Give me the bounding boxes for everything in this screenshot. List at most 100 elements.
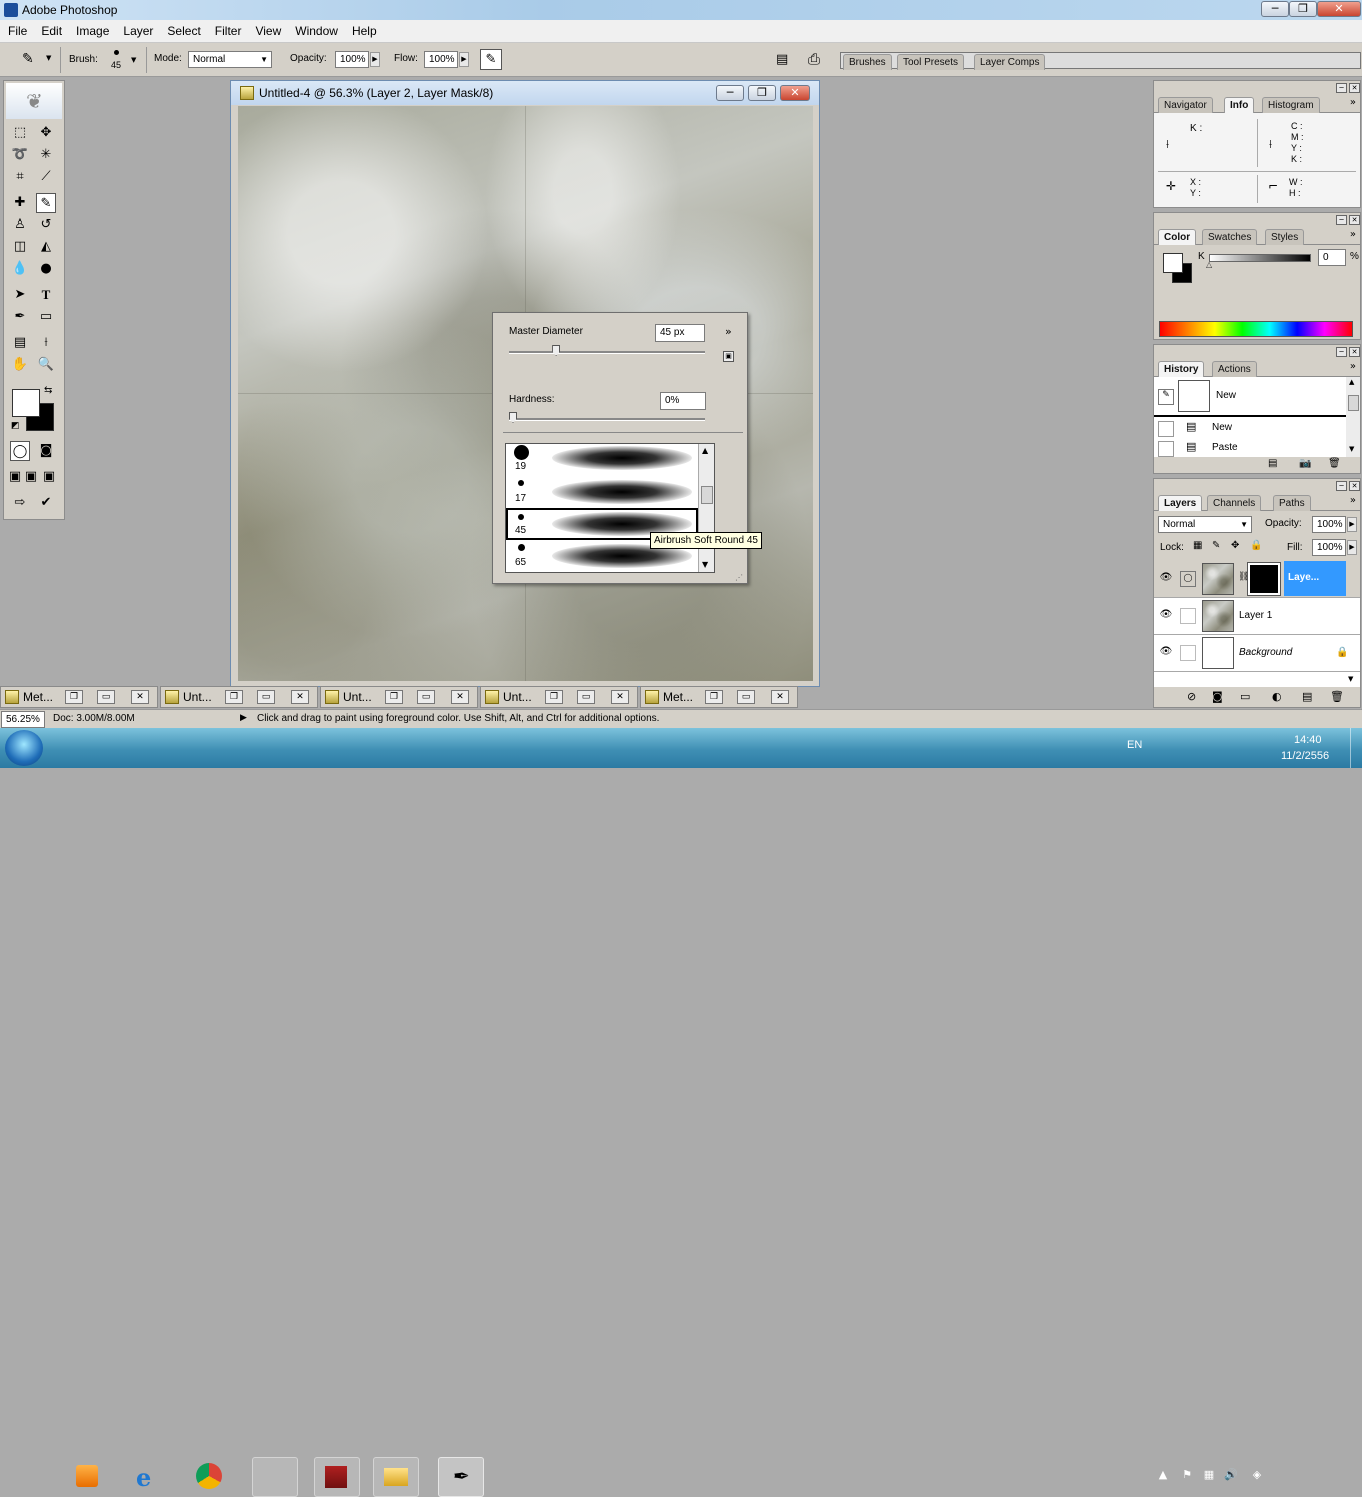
- brush-preview-dot[interactable]: [114, 50, 119, 55]
- palette-well-icon[interactable]: ⎙: [808, 50, 820, 68]
- scroll-up-icon[interactable]: ▲: [702, 446, 708, 455]
- app-icon[interactable]: [252, 1457, 298, 1497]
- maximize-button[interactable]: ▭: [417, 690, 435, 704]
- tab-histogram[interactable]: Histogram: [1262, 97, 1320, 113]
- minimized-doc-2[interactable]: Unt... ❐ ▭ ✕: [160, 686, 318, 708]
- photoshop-taskbar-icon[interactable]: ✒: [438, 1457, 484, 1497]
- lock-position-icon[interactable]: ✥: [1231, 540, 1239, 551]
- doc-close-button[interactable]: ✕: [780, 85, 810, 101]
- screen-mode-full-menu-icon[interactable]: ▣: [24, 467, 38, 487]
- hand-tool-icon[interactable]: ✋: [10, 355, 30, 375]
- scroll-down-icon[interactable]: ▼: [702, 560, 708, 569]
- blend-mode-select[interactable]: Normal ▼: [1158, 516, 1252, 533]
- status-menu-arrow-icon[interactable]: ▶: [240, 713, 247, 723]
- standard-mode-icon[interactable]: ◯: [10, 441, 30, 461]
- marquee-tool-icon[interactable]: ⬚: [10, 123, 30, 143]
- healing-brush-icon[interactable]: ✚: [10, 193, 30, 213]
- brush-preset-row[interactable]: 17: [506, 476, 696, 508]
- history-state[interactable]: ▤ Paste: [1154, 439, 1346, 457]
- tray-app-icon[interactable]: ◈: [1250, 1468, 1264, 1482]
- history-brush-source-icon[interactable]: ✎: [1158, 389, 1174, 405]
- airbrush-toggle-icon[interactable]: ✎: [480, 49, 502, 70]
- minimized-doc-4[interactable]: Unt... ❐ ▭ ✕: [480, 686, 638, 708]
- panel-close-button[interactable]: ✕: [1349, 481, 1360, 491]
- winrar-icon[interactable]: [314, 1457, 360, 1497]
- master-diameter-input[interactable]: 45 px: [655, 324, 705, 342]
- eyedropper-icon[interactable]: ⟊: [36, 333, 56, 353]
- panel-menu-icon[interactable]: »: [1350, 495, 1356, 506]
- volume-icon[interactable]: 🔊: [1224, 1468, 1238, 1482]
- mode-select[interactable]: Normal ▼: [188, 51, 272, 68]
- scroll-thumb[interactable]: [701, 486, 713, 504]
- doc-size[interactable]: Doc: 3.00M/8.00M: [53, 713, 135, 724]
- hardness-track[interactable]: [509, 418, 705, 421]
- trash-icon[interactable]: 🗑: [1330, 690, 1344, 703]
- maximize-button[interactable]: ▭: [97, 690, 115, 704]
- swap-colors-icon[interactable]: ⇆: [44, 385, 52, 396]
- history-brush-icon[interactable]: ↺: [36, 215, 56, 235]
- screen-mode-standard-icon[interactable]: ▣: [8, 467, 22, 487]
- clone-stamp-icon[interactable]: ♙: [10, 215, 30, 235]
- tab-swatches[interactable]: Swatches: [1202, 229, 1258, 245]
- panel-menu-icon[interactable]: »: [1350, 361, 1356, 372]
- close-button[interactable]: ✕: [611, 690, 629, 704]
- k-slider-track[interactable]: [1209, 254, 1311, 262]
- tab-navigator[interactable]: Navigator: [1158, 97, 1213, 113]
- brush-tool-icon[interactable]: ✎: [36, 193, 56, 213]
- feather-logo[interactable]: ❦: [6, 83, 62, 119]
- layer-thumbnail[interactable]: [1202, 637, 1234, 669]
- panel-minimize-button[interactable]: ─: [1336, 347, 1347, 357]
- restore-button[interactable]: ❐: [545, 690, 563, 704]
- brush-preset-row[interactable]: 19: [506, 444, 696, 476]
- tab-actions[interactable]: Actions: [1212, 361, 1257, 377]
- quick-mask-icon[interactable]: ◙: [36, 441, 56, 461]
- dodge-tool-icon[interactable]: ●: [36, 259, 56, 279]
- new-document-icon[interactable]: ▤: [1268, 458, 1277, 469]
- magic-wand-icon[interactable]: ✳: [36, 145, 56, 165]
- maximize-button[interactable]: ▭: [737, 690, 755, 704]
- path-selection-icon[interactable]: ➤: [10, 285, 30, 305]
- doc-minimize-button[interactable]: ─: [716, 85, 744, 101]
- tab-channels[interactable]: Channels: [1207, 495, 1262, 511]
- well-tab-brushes[interactable]: Brushes: [843, 54, 892, 70]
- layer-thumbnail[interactable]: [1202, 600, 1234, 632]
- new-layer-icon[interactable]: ▤: [1302, 690, 1312, 703]
- network-icon[interactable]: ▦: [1202, 1468, 1216, 1482]
- eye-icon[interactable]: 👁: [1159, 572, 1173, 586]
- doc-maximize-button[interactable]: ❐: [748, 85, 776, 101]
- clock-time[interactable]: 14:40: [1294, 734, 1322, 746]
- panel-close-button[interactable]: ✕: [1349, 215, 1360, 225]
- flow-slider-arrow[interactable]: ▶: [459, 52, 469, 67]
- paint-bucket-icon[interactable]: ◭: [36, 237, 56, 257]
- show-desktop-button[interactable]: [1350, 728, 1362, 768]
- layer-opacity-arrow[interactable]: ▶: [1347, 517, 1357, 532]
- history-snapshot[interactable]: ✎ New: [1154, 377, 1346, 417]
- pen-tool-icon[interactable]: ✒: [10, 307, 30, 327]
- panel-minimize-button[interactable]: ─: [1336, 215, 1347, 225]
- jump-to-imageready-icon[interactable]: ⇨: [10, 493, 30, 513]
- minimize-button[interactable]: ─: [1261, 1, 1289, 17]
- scroll-down-icon[interactable]: ▼: [1349, 445, 1354, 453]
- tab-color[interactable]: Color: [1158, 229, 1197, 245]
- menu-file[interactable]: File: [0, 20, 34, 42]
- eye-icon[interactable]: 👁: [1159, 609, 1173, 623]
- panel-minimize-button[interactable]: ─: [1336, 83, 1347, 93]
- color-foreground-swatch[interactable]: [1163, 253, 1183, 273]
- show-hidden-icons-icon[interactable]: ▲: [1156, 1468, 1170, 1482]
- history-source-box[interactable]: [1158, 421, 1174, 437]
- scroll-down-icon[interactable]: ▼: [1348, 675, 1353, 683]
- menu-window[interactable]: Window: [288, 20, 345, 42]
- file-explorer-icon[interactable]: [373, 1457, 419, 1497]
- action-center-icon[interactable]: ⚑: [1180, 1468, 1194, 1482]
- save-preset-icon[interactable]: ▣: [723, 351, 734, 362]
- master-diameter-slider-handle[interactable]: [552, 345, 561, 356]
- layer-row[interactable]: 👁 Background 🔒: [1154, 635, 1360, 672]
- minimized-doc-5[interactable]: Met... ❐ ▭ ✕: [640, 686, 798, 708]
- picker-menu-icon[interactable]: »: [725, 325, 732, 338]
- restore-button[interactable]: ❐: [65, 690, 83, 704]
- menu-select[interactable]: Select: [160, 20, 207, 42]
- tab-info[interactable]: Info: [1224, 97, 1255, 113]
- layer-opacity-input[interactable]: 100%: [1312, 516, 1346, 533]
- history-state[interactable]: ▤ New: [1154, 419, 1346, 437]
- shape-tool-icon[interactable]: ▭: [36, 307, 56, 327]
